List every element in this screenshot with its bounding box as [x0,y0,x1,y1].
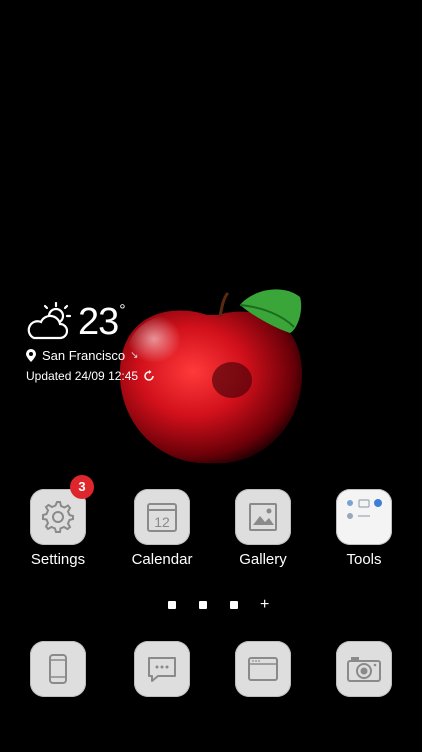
app-settings[interactable]: 3 Settings [18,475,98,568]
calendar-date: 12 [154,514,170,530]
temperature: 23 [78,301,119,343]
messages-icon [148,657,176,682]
location-name: San Francisco [42,348,126,363]
location-arrow-icon: ↘ [130,350,139,361]
page-indicator[interactable]: + [168,597,269,613]
temperature-unit: ° [119,302,126,319]
add-page-button[interactable]: + [260,597,269,613]
dock-phone[interactable] [18,641,98,697]
partly-cloudy-icon [27,302,72,340]
calendar-tile[interactable]: 12 [134,489,190,545]
app-label-calendar: Calendar [131,551,193,568]
notification-badge: 3 [70,475,94,499]
image-icon [249,503,277,531]
phone-icon [49,654,67,684]
app-label-settings: Settings [30,551,86,568]
app-label-gallery: Gallery [239,551,287,568]
calendar-icon: 12 [147,503,177,532]
page-dot-1[interactable] [168,601,176,609]
dock-camera[interactable] [324,641,404,697]
app-label-tools: Tools [346,551,382,568]
camera-tile[interactable] [336,641,392,697]
browser-icon [248,657,278,681]
tools-folder-tile[interactable] [336,489,392,545]
page-dot-3[interactable] [230,601,238,609]
gear-icon [42,501,74,533]
weather-widget[interactable]: 23 ° San Francisco ↘ Updated 24/09 12:45 [26,300,226,400]
messages-tile[interactable] [134,641,190,697]
browser-tile[interactable] [235,641,291,697]
settings-tile[interactable]: 3 [30,475,94,545]
gallery-tile[interactable] [235,489,291,545]
app-calendar[interactable]: 12 Calendar [122,489,202,568]
home-screen: 23 ° San Francisco ↘ Updated 24/09 12:45 [0,0,422,752]
updated-time: Updated 24/09 12:45 [26,369,139,383]
dock-messages[interactable] [122,641,202,697]
phone-tile[interactable] [30,641,86,697]
camera-icon [347,657,381,682]
tools-folder-icon [347,499,382,519]
location-pin-icon [26,349,36,362]
app-gallery[interactable]: Gallery [223,489,303,568]
refresh-icon[interactable] [143,370,155,382]
dock-browser[interactable] [223,641,303,697]
page-dot-2[interactable] [199,601,207,609]
app-tools-folder[interactable]: Tools [324,489,404,568]
